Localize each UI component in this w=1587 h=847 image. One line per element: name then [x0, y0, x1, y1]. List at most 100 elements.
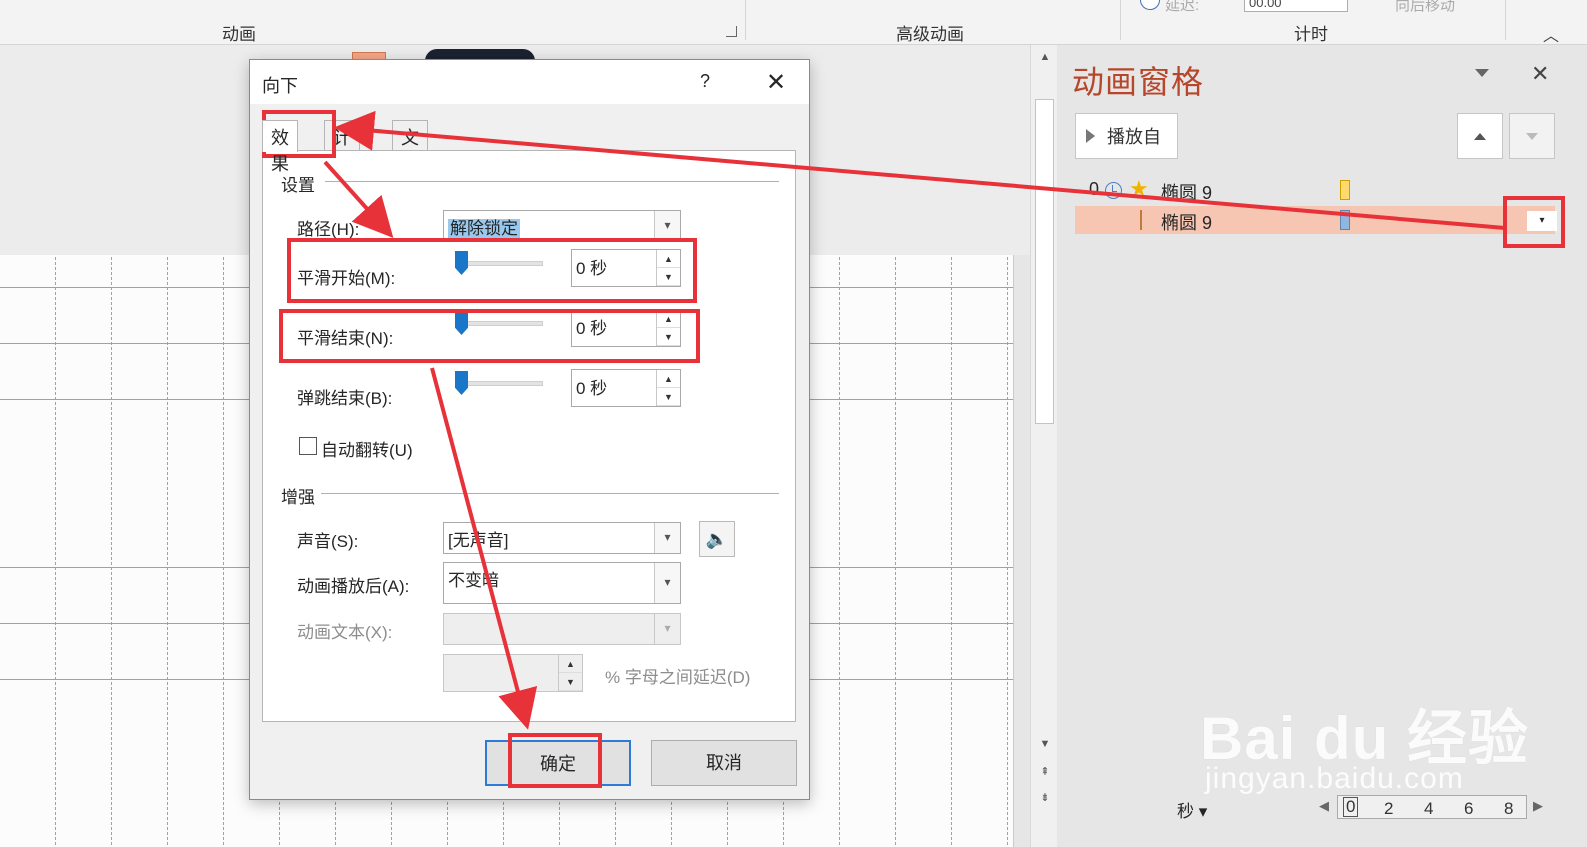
dialog-launcher-icon[interactable] [726, 26, 737, 37]
animate-text-label: 动画文本(X): [297, 623, 393, 642]
delay-label: 延迟: [1165, 0, 1200, 14]
dialog-titlebar: 向下 ? ✕ [250, 60, 809, 104]
group-label-timing: 计时 [1294, 25, 1328, 44]
cancel-button[interactable]: 取消 [651, 740, 797, 786]
collapse-ribbon-icon[interactable]: ︿ [1543, 22, 1559, 46]
smooth-end-spinner[interactable]: 0 秒 ▲ ▼ [571, 309, 681, 347]
spin-down-icon[interactable]: ▼ [559, 673, 582, 691]
chevron-down-icon[interactable]: ▾ [654, 614, 680, 644]
sound-value: [无声音] [448, 531, 509, 550]
play-from-button[interactable]: 播放自 [1075, 113, 1178, 159]
bounce-end-slider[interactable] [451, 371, 547, 401]
bounce-end-spinner[interactable]: 0 秒 ▲ ▼ [571, 369, 681, 407]
path-label: 路径(H): [297, 220, 360, 239]
play-icon [1086, 129, 1095, 143]
close-icon[interactable]: ✕ [766, 68, 786, 97]
dialog-title: 向下 [262, 76, 298, 96]
timing-bar[interactable] [1340, 180, 1350, 200]
smooth-end-slider[interactable] [451, 311, 547, 341]
chevron-down-icon[interactable]: ▾ [654, 523, 680, 553]
move-up-button[interactable] [1457, 113, 1503, 159]
tab-timing[interactable]: 计时 [324, 120, 360, 174]
arrow-down-icon [1526, 132, 1538, 140]
item-number: 0 [1089, 179, 1100, 199]
timeline-prev-icon[interactable]: ◀ [1319, 798, 1329, 814]
watermark-url: jingyan.baidu.com [1205, 762, 1464, 795]
scroll-thumb[interactable] [1035, 99, 1054, 424]
bounce-end-value: 0 秒 [576, 379, 608, 398]
sound-label: 声音(S): [297, 532, 359, 551]
smooth-end-label: 平滑结束(N): [297, 329, 394, 348]
radio-button[interactable] [1140, 0, 1160, 10]
spin-up-icon[interactable]: ▲ [657, 250, 680, 268]
slider-knob[interactable] [455, 251, 468, 275]
divider [321, 493, 779, 494]
tick-label: 2 [1384, 799, 1394, 818]
letter-delay-spinner[interactable]: ▲ ▼ [443, 654, 583, 692]
ok-button[interactable]: 确定 [485, 740, 631, 786]
after-animation-select[interactable]: 不变暗 ▾ [443, 562, 681, 604]
tab-effect[interactable]: 效果 [262, 120, 298, 174]
tab-text-animation[interactable]: 文本动画 [392, 120, 428, 226]
pane-options-icon[interactable] [1475, 69, 1489, 77]
pane-title: 动画窗格 [1072, 64, 1205, 100]
delay-input[interactable]: 00.00 [1244, 0, 1348, 12]
item-name: 椭圆 9 [1161, 183, 1213, 203]
pane-close-icon[interactable]: ✕ [1531, 61, 1549, 87]
enhance-header: 增强 [281, 488, 315, 507]
after-animation-value: 不变暗 [448, 571, 499, 590]
spin-up-icon[interactable]: ▲ [657, 310, 680, 328]
smooth-start-value: 0 秒 [576, 259, 608, 278]
smooth-start-spinner[interactable]: 0 秒 ▲ ▼ [571, 249, 681, 287]
ribbon-separator [745, 0, 746, 40]
slider-knob[interactable] [455, 371, 468, 395]
spin-down-icon[interactable]: ▼ [657, 388, 680, 406]
ribbon-separator [1505, 0, 1506, 40]
animation-item[interactable]: 0 ★ 椭圆 9 [1075, 176, 1555, 204]
move-down-button[interactable] [1509, 113, 1555, 159]
group-label-animation: 动画 [222, 25, 256, 44]
chevron-down-icon[interactable]: ▾ [654, 563, 680, 603]
letter-delay-label: % 字母之间延迟(D) [605, 668, 751, 687]
spin-down-icon[interactable]: ▼ [657, 328, 680, 346]
sound-select[interactable]: [无声音] ▾ [443, 522, 681, 554]
scroll-up-icon[interactable]: ▲ [1037, 51, 1053, 67]
slider-knob[interactable] [455, 311, 468, 335]
ribbon: 延迟: 00.00 向后移动 动画 高级动画 计时 ︿ [0, 0, 1587, 45]
next-slide-icon[interactable]: ⇟ [1037, 791, 1053, 807]
tick-label: 6 [1464, 799, 1474, 818]
speaker-icon[interactable]: 🔈 [699, 521, 735, 557]
prev-slide-icon[interactable]: ⇞ [1037, 765, 1053, 781]
timing-bar[interactable] [1340, 210, 1350, 230]
tick-label: 0 [1343, 797, 1359, 817]
path-value: 解除锁定 [448, 219, 520, 238]
move-later-button[interactable]: 向后移动 [1395, 0, 1455, 15]
help-button[interactable]: ? [700, 71, 710, 92]
item-dropdown-icon[interactable]: ▾ [1527, 211, 1557, 231]
chevron-down-icon[interactable]: ▾ [654, 211, 680, 241]
motion-path-icon [1140, 210, 1142, 230]
animate-text-select[interactable]: ▾ [443, 613, 681, 645]
star-icon: ★ [1129, 176, 1149, 201]
smooth-start-slider[interactable] [451, 251, 547, 281]
arrow-up-icon [1474, 132, 1486, 140]
auto-reverse-label: 自动翻转(U) [321, 441, 413, 460]
spin-up-icon[interactable]: ▲ [657, 370, 680, 388]
smooth-end-value: 0 秒 [576, 319, 608, 338]
tick-label: 4 [1424, 799, 1434, 818]
animation-item-selected[interactable]: 椭圆 9 ▾ [1075, 206, 1557, 234]
divider [325, 181, 779, 182]
scroll-down-icon[interactable]: ▼ [1037, 738, 1053, 754]
effect-options-dialog: 向下 ? ✕ 效果 计时 文本动画 设置 路径(H): 解除锁定 ▾ 平滑开始(… [249, 59, 810, 800]
timeline-next-icon[interactable]: ▶ [1533, 798, 1543, 814]
tab-panel-effect: 设置 路径(H): 解除锁定 ▾ 平滑开始(M): 0 秒 ▲ ▼ 平滑结束(N)… [262, 150, 796, 722]
tick-label: 8 [1504, 799, 1514, 818]
path-select[interactable]: 解除锁定 ▾ [443, 210, 681, 242]
spin-up-icon[interactable]: ▲ [559, 655, 582, 673]
ribbon-separator [1120, 0, 1121, 40]
vertical-scrollbar[interactable]: ▲ ▼ ⇞ ⇟ [1030, 45, 1057, 847]
spin-down-icon[interactable]: ▼ [657, 268, 680, 286]
smooth-start-label: 平滑开始(M): [297, 269, 396, 288]
timeline-unit-button[interactable]: 秒 ▾ [1177, 797, 1207, 822]
auto-reverse-checkbox[interactable] [299, 437, 317, 455]
